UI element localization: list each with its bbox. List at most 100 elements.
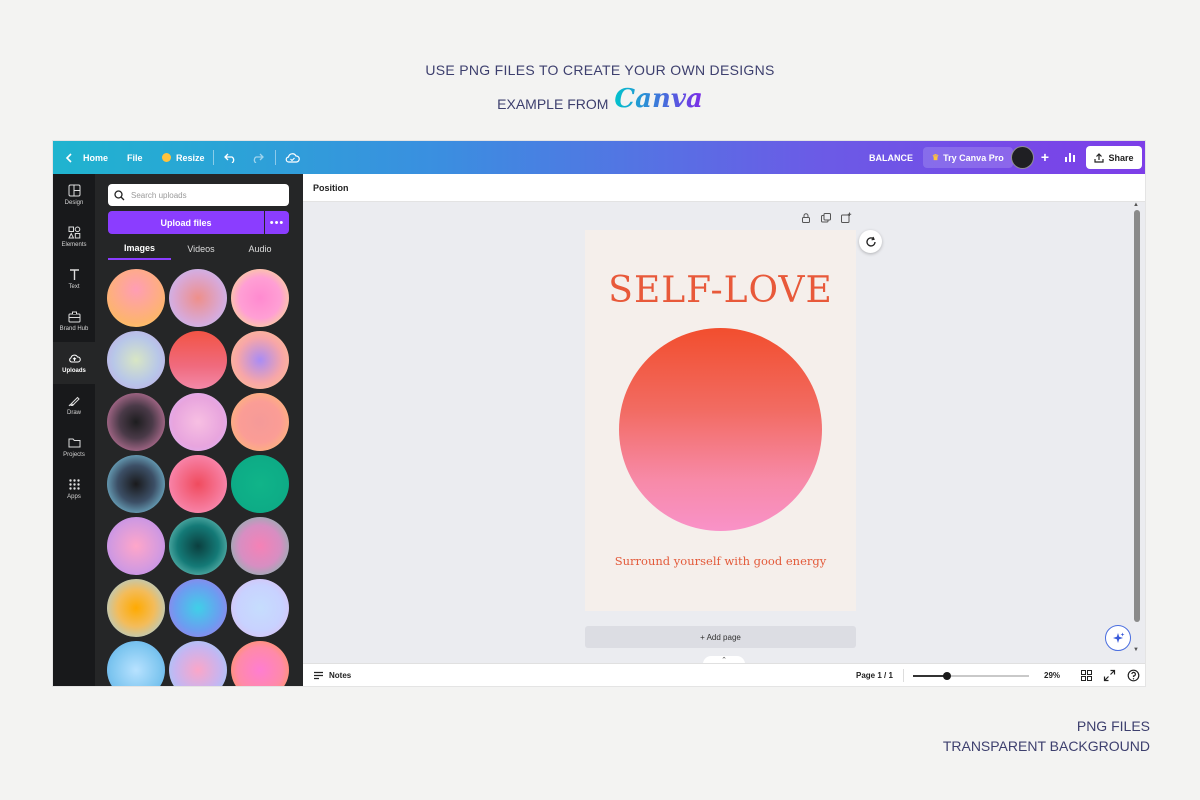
- duplicate-icon[interactable]: [820, 212, 832, 224]
- help-icon[interactable]: [1127, 669, 1140, 682]
- zoom-slider-thumb[interactable]: [942, 672, 951, 680]
- redo-icon: [253, 153, 264, 163]
- search-input[interactable]: [131, 190, 281, 200]
- rail-label: Draw: [66, 410, 81, 416]
- resize-button[interactable]: Resize: [162, 141, 205, 174]
- undo-button[interactable]: [224, 141, 237, 174]
- apps-grid-icon: [68, 479, 80, 490]
- canvas-workarea: Position SELF-LOVE Surround yourself wit…: [303, 174, 1145, 686]
- rail-label: Uploads: [62, 368, 86, 374]
- uploaded-image-thumbnail[interactable]: [107, 641, 165, 686]
- upload-more-options-button[interactable]: •••: [265, 211, 289, 234]
- canva-editor-window: Home File Resize BALANCE ♛ Try Canva Pro…: [53, 141, 1145, 686]
- insights-chart-icon[interactable]: [1059, 147, 1081, 168]
- position-button[interactable]: Position: [313, 183, 349, 193]
- rail-item-design[interactable]: Design: [53, 174, 95, 216]
- magic-assistant-button[interactable]: [1105, 625, 1131, 651]
- home-label: Home: [83, 152, 109, 163]
- try-canva-pro-label: Try Canva Pro: [943, 152, 1004, 163]
- page-indicator[interactable]: Page 1 / 1: [856, 664, 893, 686]
- divider: [903, 669, 904, 682]
- uploaded-image-thumbnail[interactable]: [169, 517, 227, 575]
- design-tagline-text[interactable]: Surround yourself with good energy: [585, 554, 856, 568]
- uploaded-image-thumbnail[interactable]: [169, 641, 227, 686]
- avatar[interactable]: [1011, 146, 1034, 169]
- rail-item-draw[interactable]: Draw: [53, 384, 95, 426]
- cloud-save-button[interactable]: [285, 141, 300, 174]
- rail-item-elements[interactable]: Elements: [53, 216, 95, 258]
- zoom-slider[interactable]: [913, 672, 1029, 680]
- gradient-circle-element[interactable]: [619, 328, 822, 531]
- lock-icon[interactable]: [800, 212, 812, 224]
- add-collaborator-plus-icon[interactable]: +: [1036, 148, 1054, 166]
- scroll-down-arrow[interactable]: ▼: [1133, 647, 1139, 653]
- vertical-scrollbar[interactable]: [1134, 210, 1140, 622]
- uploaded-image-thumbnail[interactable]: [231, 517, 289, 575]
- uploaded-image-thumbnail[interactable]: [107, 393, 165, 451]
- layout-icon: [68, 184, 80, 197]
- uploaded-image-thumbnail[interactable]: [107, 269, 165, 327]
- uploaded-image-thumbnail[interactable]: [107, 579, 165, 637]
- home-button[interactable]: Home: [65, 141, 108, 174]
- uploaded-image-thumbnail[interactable]: [169, 393, 227, 451]
- cloud-upload-icon: [68, 354, 81, 363]
- bottom-bar: Notes Page 1 / 1 29%: [303, 663, 1145, 686]
- uploaded-image-thumbnail[interactable]: [169, 269, 227, 327]
- notes-button[interactable]: Notes: [313, 664, 351, 686]
- rail-item-apps[interactable]: Apps: [53, 468, 95, 510]
- add-page-icon[interactable]: [840, 212, 852, 224]
- rail-item-brand-hub[interactable]: Brand Hub: [53, 300, 95, 342]
- grid-view-icon[interactable]: [1080, 669, 1093, 682]
- refresh-button[interactable]: [859, 230, 882, 253]
- share-label: Share: [1108, 152, 1134, 163]
- fullscreen-icon[interactable]: [1103, 669, 1116, 682]
- uploaded-image-thumbnail[interactable]: [231, 455, 289, 513]
- footer-note-png: PNG FILES: [1076, 718, 1150, 734]
- uploaded-image-thumbnail[interactable]: [231, 579, 289, 637]
- search-box: [108, 184, 289, 206]
- undo-icon: [224, 153, 235, 163]
- scroll-up-arrow[interactable]: ▲: [1133, 202, 1139, 208]
- design-title-text[interactable]: SELF-LOVE: [585, 270, 856, 311]
- canva-logo: Canva: [614, 84, 703, 114]
- share-button[interactable]: Share: [1086, 146, 1142, 169]
- file-menu[interactable]: File: [127, 141, 143, 174]
- side-rail: Design Elements Text Brand Hub Uploads D…: [53, 174, 95, 686]
- page-tools: [800, 212, 852, 224]
- tab-images[interactable]: Images: [108, 238, 171, 260]
- promo-headline: USE PNG FILES TO CREATE YOUR OWN DESIGNS: [425, 62, 775, 78]
- uploaded-image-thumbnail[interactable]: [231, 393, 289, 451]
- pen-draw-icon: [68, 396, 80, 407]
- redo-button[interactable]: [251, 141, 264, 174]
- add-page-button[interactable]: + Add page: [585, 626, 856, 648]
- rail-label: Brand Hub: [59, 326, 89, 332]
- upload-files-button[interactable]: Upload files: [108, 211, 264, 234]
- uploaded-image-thumbnail[interactable]: [107, 455, 165, 513]
- crown-icon: [162, 153, 171, 162]
- uploaded-image-thumbnail[interactable]: [169, 579, 227, 637]
- context-toolbar: Position: [303, 174, 1145, 202]
- design-page[interactable]: SELF-LOVE Surround yourself with good en…: [585, 230, 856, 611]
- brand-briefcase-icon: [68, 311, 80, 323]
- uploaded-image-thumbnail[interactable]: [169, 331, 227, 389]
- document-title[interactable]: BALANCE: [869, 141, 913, 174]
- rail-item-text[interactable]: Text: [53, 258, 95, 300]
- text-t-icon: [69, 269, 79, 280]
- zoom-level[interactable]: 29%: [1044, 664, 1060, 686]
- chevron-left-icon: [65, 152, 72, 163]
- rail-label: Apps: [67, 494, 81, 500]
- uploaded-image-thumbnail[interactable]: [107, 517, 165, 575]
- tab-videos[interactable]: Videos: [171, 238, 231, 260]
- rail-item-projects[interactable]: Projects: [53, 426, 95, 468]
- uploaded-image-thumbnail[interactable]: [231, 269, 289, 327]
- uploaded-image-thumbnail[interactable]: [231, 331, 289, 389]
- rail-item-uploads[interactable]: Uploads: [53, 342, 95, 384]
- rail-label: Text: [68, 284, 80, 290]
- uploaded-image-thumbnail[interactable]: [231, 641, 289, 686]
- tab-audio[interactable]: Audio: [231, 238, 289, 260]
- try-canva-pro-button[interactable]: ♛ Try Canva Pro: [923, 147, 1013, 168]
- resize-label: Resize: [176, 152, 205, 163]
- uploaded-image-thumbnail[interactable]: [107, 331, 165, 389]
- uploaded-image-thumbnail[interactable]: [169, 455, 227, 513]
- divider: [213, 150, 214, 165]
